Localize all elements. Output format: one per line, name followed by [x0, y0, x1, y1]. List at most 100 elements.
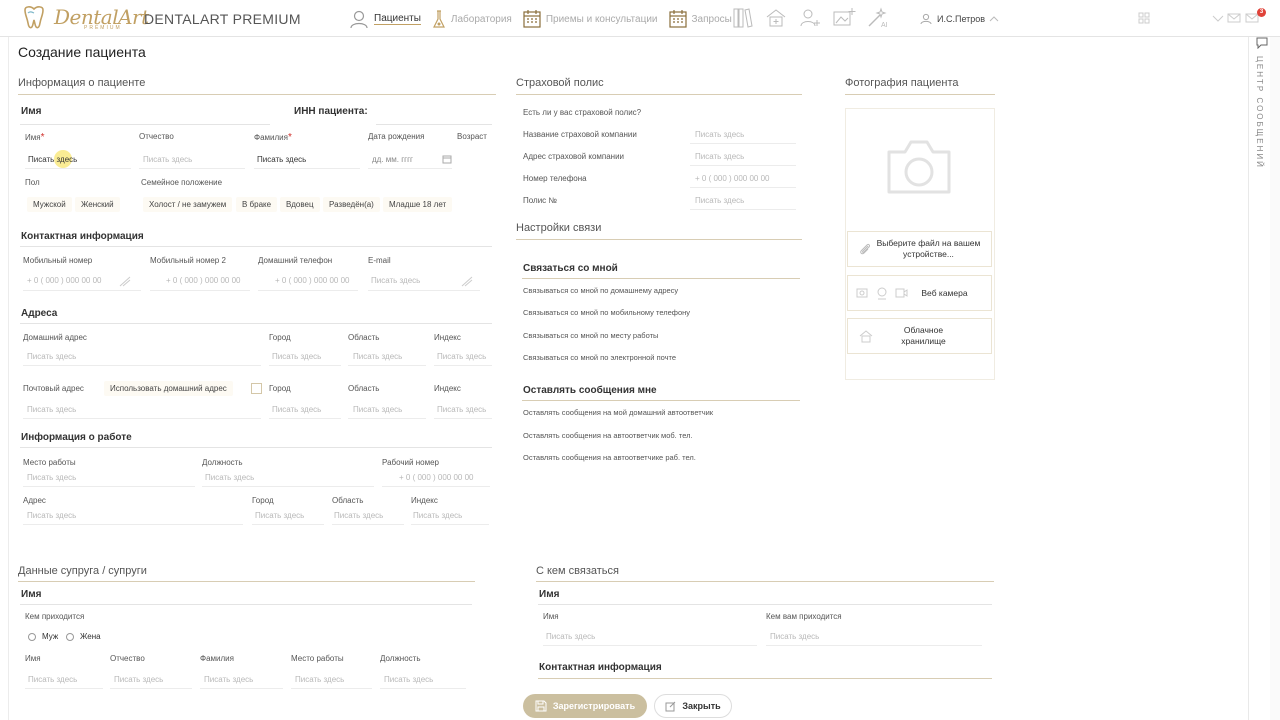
work-region-input[interactable]: Писать здесь: [334, 511, 383, 520]
nav-item-patients[interactable]: Пациенты: [348, 9, 421, 29]
chevron-down-icon[interactable]: [1212, 13, 1224, 23]
work-city-label: Город: [252, 496, 274, 505]
chat-icon[interactable]: [1256, 37, 1268, 49]
marital-option-divorced[interactable]: Разведён(а): [323, 197, 380, 212]
patients-icon: [350, 10, 368, 29]
workplace-input[interactable]: Писать здесь: [27, 473, 76, 482]
last-name-input[interactable]: Писать здесь: [257, 155, 306, 164]
home-address-input[interactable]: Писать здесь: [27, 352, 76, 361]
upload-file-button[interactable]: Выберите файл на вашем устройстве...: [847, 231, 992, 267]
insurance-address-input[interactable]: Писать здесь: [695, 152, 744, 161]
dob-input[interactable]: дд. мм. гггг: [372, 155, 413, 164]
gender-option-female[interactable]: Женский: [75, 197, 120, 212]
spouse-radio-husband[interactable]: [28, 633, 36, 641]
mobile2-input[interactable]: + 0 ( 000 ) 000 00 00: [166, 276, 241, 285]
use-home-address-chip[interactable]: Использовать домашний адрес: [104, 381, 233, 396]
spouse-workplace-input[interactable]: Писать здесь: [295, 675, 344, 684]
marital-option-married[interactable]: В браке: [236, 197, 278, 212]
inn-input-line[interactable]: [376, 124, 492, 125]
contact-option-home-address[interactable]: Связываться со мной по домашнему адресу: [523, 286, 678, 295]
contact-option-mobile[interactable]: Связываться со мной по мобильному телефо…: [523, 308, 690, 317]
first-name-input[interactable]: Писать здесь: [28, 155, 77, 164]
home-region-input[interactable]: Писать здесь: [353, 352, 402, 361]
spouse-option-wife[interactable]: Жена: [80, 632, 101, 641]
home-city-input[interactable]: Писать здесь: [272, 352, 321, 361]
mobile-input[interactable]: + 0 ( 000 ) 000 00 00: [27, 276, 102, 285]
emergency-name-underline: [543, 645, 757, 646]
chevron-up-icon: [989, 16, 999, 22]
logo-premium-text: PREMIUM: [84, 25, 122, 31]
nav-item-requests[interactable]: Запросы: [668, 9, 732, 29]
work-address-input[interactable]: Писать здесь: [27, 511, 76, 520]
mobile-underline: [23, 290, 141, 291]
nav-item-appointments[interactable]: Приемы и консультации: [522, 9, 658, 29]
webcam-button[interactable]: Веб камера: [847, 275, 992, 311]
add-user-icon[interactable]: [798, 6, 822, 30]
edit-pencil-icon[interactable]: [460, 275, 474, 287]
insurance-company-input[interactable]: Писать здесь: [695, 130, 744, 139]
gender-option-male[interactable]: Мужской: [27, 197, 72, 212]
main-nav: Пациенты Лаборатория Приемы и консультац…: [348, 6, 742, 32]
spouse-middle-name-label: Отчество: [110, 654, 145, 663]
contact-option-work[interactable]: Связываться со мной по месту работы: [523, 331, 658, 340]
contact-option-email[interactable]: Связываться со мной по электронной почте: [523, 353, 676, 362]
postal-address-underline: [23, 418, 261, 419]
work-index-input[interactable]: Писать здесь: [413, 511, 462, 520]
requests-calendar-icon: [668, 10, 687, 28]
work-address-underline: [23, 524, 243, 525]
register-button[interactable]: Зарегистрировать: [523, 694, 647, 718]
grid-apps-icon[interactable]: [1138, 12, 1150, 24]
postal-region-input[interactable]: Писать здесь: [353, 405, 402, 414]
dentalart-logo[interactable]: DentalArt PREMIUM: [20, 4, 149, 32]
home-index-input[interactable]: Писать здесь: [437, 352, 486, 361]
spouse-position-input[interactable]: Писать здесь: [384, 675, 433, 684]
message-option-work-machine[interactable]: Оставлять сообщения на автоответчике раб…: [523, 453, 696, 462]
contact-info-underline: [20, 246, 492, 247]
insurance-phone-input[interactable]: + 0 ( 000 ) 000 00 00: [695, 174, 770, 183]
home-phone-input[interactable]: + 0 ( 000 ) 000 00 00: [275, 276, 350, 285]
spouse-middle-name-input[interactable]: Писать здесь: [114, 675, 163, 684]
vertical-scrollbar[interactable]: [1270, 37, 1280, 720]
calendar-picker-icon[interactable]: [442, 154, 452, 164]
edit-pencil-icon[interactable]: [118, 275, 132, 287]
workplace-underline: [23, 486, 195, 487]
message-center-label: Центр сообщений: [1255, 56, 1264, 169]
user-menu[interactable]: И.С.Петров: [920, 13, 1004, 25]
policy-number-input[interactable]: Писать здесь: [695, 196, 744, 205]
work-city-input[interactable]: Писать здесь: [255, 511, 304, 520]
marital-option-under-18[interactable]: Младше 18 лет: [383, 197, 453, 212]
postal-address-input[interactable]: Писать здесь: [27, 405, 76, 414]
close-button[interactable]: Закрыть: [654, 694, 732, 718]
work-address-label: Адрес: [23, 496, 46, 505]
work-phone-input[interactable]: + 0 ( 000 ) 000 00 00: [399, 473, 474, 482]
ai-tools-icon[interactable]: AI: [866, 6, 890, 30]
mail-icon[interactable]: [1227, 13, 1241, 23]
position-input[interactable]: Писать здесь: [205, 473, 254, 482]
marital-option-widowed[interactable]: Вдовец: [280, 197, 320, 212]
spouse-last-name-input[interactable]: Писать здесь: [204, 675, 253, 684]
emergency-relation-input[interactable]: Писать здесь: [770, 632, 819, 641]
emergency-name-input[interactable]: Писать здесь: [546, 632, 595, 641]
middle-name-input[interactable]: Писать здесь: [143, 155, 192, 164]
message-option-mobile-machine[interactable]: Оставлять сообщения на автоответчик моб.…: [523, 431, 693, 440]
postal-city-input[interactable]: Писать здесь: [272, 405, 321, 414]
add-image-icon[interactable]: [832, 6, 856, 30]
spouse-first-name-input[interactable]: Писать здесь: [28, 675, 77, 684]
cloud-storage-button[interactable]: Облачное хранилище: [847, 318, 992, 354]
postal-index-input[interactable]: Писать здесь: [437, 405, 486, 414]
library-books-icon[interactable]: [732, 6, 754, 30]
marital-option-single[interactable]: Холост / не замужем: [143, 197, 233, 212]
spouse-option-husband[interactable]: Муж: [42, 632, 58, 641]
use-home-address-checkbox[interactable]: [251, 383, 262, 394]
clinic-icon[interactable]: [764, 6, 788, 30]
message-option-home-machine[interactable]: Оставлять сообщения на мой домашний авто…: [523, 408, 713, 417]
last-name-label: Фамилия*: [254, 132, 292, 143]
spouse-radio-wife[interactable]: [66, 633, 74, 641]
patient-info-section-title: Информация о пациенте: [18, 77, 146, 89]
email-input[interactable]: Писать здесь: [371, 276, 420, 285]
cloud-storage-label: Облачное хранилище: [901, 325, 946, 346]
emergency-contact-section-title: С кем связаться: [536, 565, 619, 577]
leave-messages-title: Оставлять сообщения мне: [523, 385, 657, 396]
nav-item-laboratory[interactable]: Лаборатория: [431, 9, 512, 29]
mobile2-underline: [150, 290, 250, 291]
